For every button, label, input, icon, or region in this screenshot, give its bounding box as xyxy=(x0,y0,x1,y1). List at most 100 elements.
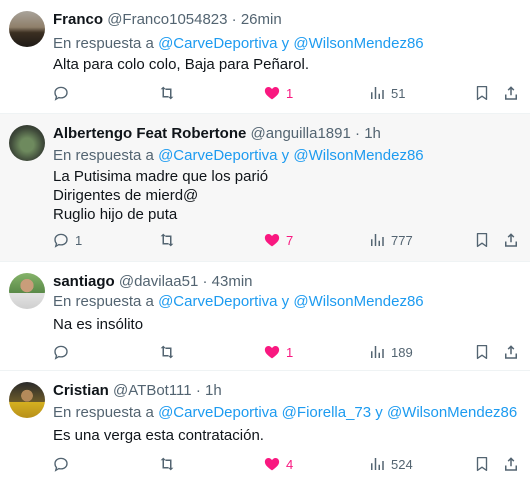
action-bar: 4 524 xyxy=(0,454,530,474)
share-icon xyxy=(505,86,517,100)
retweet-button[interactable] xyxy=(158,83,181,103)
tweet[interactable]: Franco @Franco1054823 · 26min En respues… xyxy=(0,0,530,114)
action-bar: 1 189 xyxy=(0,342,530,362)
avatar[interactable] xyxy=(9,125,45,161)
user-handle[interactable]: @davilaa51 xyxy=(119,273,198,290)
like-count: 1 xyxy=(286,344,294,360)
views-button[interactable]: 189 xyxy=(368,342,413,362)
avatar[interactable] xyxy=(9,11,45,47)
avatar[interactable] xyxy=(9,273,45,309)
view-count: 51 xyxy=(391,85,406,101)
user-name[interactable]: santiago xyxy=(53,273,115,290)
reply-icon xyxy=(54,345,68,360)
tweet-text: Es una verga esta contratación. xyxy=(53,426,264,445)
heart-icon xyxy=(264,234,280,247)
views-icon xyxy=(371,234,384,246)
tweet-text-line: Alta para colo colo, Baja para Peñarol. xyxy=(53,56,309,73)
user-name[interactable]: Albertengo Feat Robertone xyxy=(53,125,246,142)
reply-icon xyxy=(54,86,68,101)
like-button[interactable]: 1 xyxy=(263,342,293,362)
like-count: 1 xyxy=(286,85,294,101)
views-button[interactable]: 524 xyxy=(368,454,413,474)
views-icon xyxy=(371,87,384,99)
action-bar: 1 7 777 xyxy=(0,230,530,250)
reply-button[interactable] xyxy=(52,342,75,362)
tweet-header: Cristian @ATBot111 · 1h xyxy=(53,382,222,399)
views-button[interactable]: 51 xyxy=(368,83,405,103)
reply-button[interactable] xyxy=(52,83,75,103)
reply-button[interactable]: 1 xyxy=(52,230,82,250)
bookmark-button[interactable] xyxy=(473,230,491,250)
timestamp[interactable]: 1h xyxy=(205,382,222,399)
share-button[interactable] xyxy=(502,454,520,474)
retweet-button[interactable] xyxy=(158,230,181,250)
bookmark-icon xyxy=(476,232,488,248)
timestamp[interactable]: 1h xyxy=(364,125,381,142)
tweet[interactable]: santiago @davilaa51 · 43min En respuesta… xyxy=(0,262,530,371)
share-icon xyxy=(505,345,517,359)
bookmark-button[interactable] xyxy=(473,83,491,103)
reply-count: 1 xyxy=(75,232,83,248)
share-button[interactable] xyxy=(502,342,520,362)
tweet-header: Albertengo Feat Robertone @anguilla1891 … xyxy=(53,125,381,142)
like-button[interactable]: 7 xyxy=(263,230,293,250)
bookmark-icon xyxy=(476,456,488,472)
like-count: 7 xyxy=(286,232,294,248)
tweet-header: santiago @davilaa51 · 43min xyxy=(53,273,253,290)
bookmark-icon xyxy=(476,85,488,101)
avatar[interactable] xyxy=(9,382,45,418)
views-icon xyxy=(371,346,384,358)
tweet-text-line: Es una verga esta contratación. xyxy=(53,427,264,444)
heart-icon xyxy=(264,346,280,359)
separator-dot: · xyxy=(231,11,237,28)
reply-mentions[interactable]: @CarveDeportiva y @WilsonMendez86 xyxy=(158,293,424,310)
tweet-text-line: Na es insólito xyxy=(53,316,144,333)
user-handle[interactable]: @ATBot111 xyxy=(113,382,192,399)
reply-context: En respuesta a @CarveDeportiva y @Wilson… xyxy=(53,147,424,164)
tweet[interactable]: Cristian @ATBot111 · 1h En respuesta a @… xyxy=(0,371,530,480)
tweet-text-line: Dirigentes de mierd@ xyxy=(53,187,199,204)
reply-prefix: En respuesta a xyxy=(53,404,154,421)
views-icon xyxy=(371,458,384,470)
view-count: 524 xyxy=(391,456,413,472)
user-name[interactable]: Franco xyxy=(53,11,103,28)
bookmark-button[interactable] xyxy=(473,342,491,362)
reply-mentions[interactable]: @CarveDeportiva @Fiorella_73 y @WilsonMe… xyxy=(158,404,517,421)
user-handle[interactable]: @Franco1054823 xyxy=(107,11,227,28)
tweet-header: Franco @Franco1054823 · 26min xyxy=(53,11,282,28)
share-icon xyxy=(505,457,517,471)
heart-icon xyxy=(264,458,280,471)
like-button[interactable]: 1 xyxy=(263,83,293,103)
action-bar: 1 51 xyxy=(0,83,530,103)
share-button[interactable] xyxy=(502,83,520,103)
reply-context: En respuesta a @CarveDeportiva y @Wilson… xyxy=(53,35,424,52)
retweet-icon xyxy=(160,345,174,359)
timestamp[interactable]: 26min xyxy=(241,11,282,28)
separator-dot: · xyxy=(355,125,361,142)
retweet-icon xyxy=(160,457,174,471)
reply-button[interactable] xyxy=(52,454,75,474)
tweet[interactable]: Albertengo Feat Robertone @anguilla1891 … xyxy=(0,114,530,262)
tweet-text: La Putisima madre que los parió Dirigent… xyxy=(53,167,268,224)
separator-dot: · xyxy=(195,382,201,399)
reply-mentions[interactable]: @CarveDeportiva y @WilsonMendez86 xyxy=(158,35,424,52)
retweet-button[interactable] xyxy=(158,342,181,362)
reply-prefix: En respuesta a xyxy=(53,147,154,164)
user-name[interactable]: Cristian xyxy=(53,382,109,399)
reply-icon xyxy=(54,233,68,248)
like-button[interactable]: 4 xyxy=(263,454,293,474)
reply-context: En respuesta a @CarveDeportiva @Fiorella… xyxy=(53,404,517,421)
bookmark-button[interactable] xyxy=(473,454,491,474)
tweet-text: Alta para colo colo, Baja para Peñarol. xyxy=(53,55,309,74)
like-count: 4 xyxy=(286,456,294,472)
reply-prefix: En respuesta a xyxy=(53,293,154,310)
tweet-text-line: La Putisima madre que los parió xyxy=(53,168,269,185)
retweet-button[interactable] xyxy=(158,454,181,474)
share-button[interactable] xyxy=(502,230,520,250)
bookmark-icon xyxy=(476,344,488,360)
user-handle[interactable]: @anguilla1891 xyxy=(251,125,351,142)
share-icon xyxy=(505,233,517,247)
views-button[interactable]: 777 xyxy=(368,230,413,250)
reply-mentions[interactable]: @CarveDeportiva y @WilsonMendez86 xyxy=(158,147,424,164)
timestamp[interactable]: 43min xyxy=(212,273,253,290)
